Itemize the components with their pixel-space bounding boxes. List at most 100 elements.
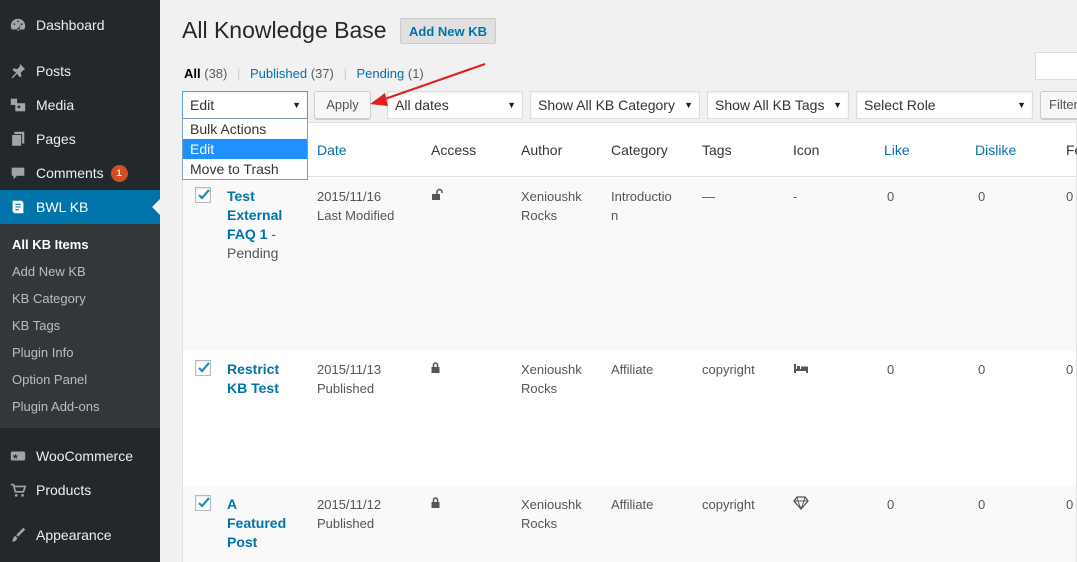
sidebar-item-appearance[interactable]: Appearance [0,518,160,552]
search-input[interactable] [1035,52,1077,80]
author-cell: Xenioushk Rocks [521,187,582,225]
table-row: A Featured Post 2015/11/12 Published Xen… [183,486,1076,562]
column-header-icon: Icon [793,142,820,158]
author-cell: Xenioushk Rocks [521,360,582,398]
kb-tags-select[interactable]: Show All KB Tags ▼ [707,91,849,119]
category-line: n [611,208,619,223]
category-line: Affiliate [611,497,654,512]
dropdown-caret-icon: ▼ [684,100,693,110]
row-checkbox[interactable] [195,495,211,511]
unlock-icon [431,188,445,205]
filter-button[interactable]: Filter [1040,91,1077,119]
title-line: Featured [227,515,287,531]
title-line: FAQ 1 [227,226,268,242]
date-status: Published [317,516,375,531]
bulk-option-edit[interactable]: Edit [183,139,307,159]
date-value: 2015/11/16 [317,189,382,204]
filter-separator: | [343,66,347,81]
pin-icon [0,62,36,80]
fe-value: 0 [1066,189,1074,204]
row-checkbox[interactable] [195,187,211,203]
date-cell: 2015/11/13 Published [317,360,381,398]
bwl-kb-submenu: All KB Items Add New KB KB Category KB T… [0,224,160,428]
title-line: External [227,207,283,223]
bulk-actions-dropdown-list: Bulk Actions Edit Move to Trash [182,118,308,180]
row-title-link[interactable]: Restrict KB Test [227,360,279,398]
column-header-fe: Fe [1066,142,1077,158]
sidebar-item-comments[interactable]: Comments 1 [0,156,160,190]
author-line: Xenioushk [521,362,582,377]
category-cell: Affiliate [611,495,653,514]
bulk-actions-select[interactable]: Edit ▼ [182,91,308,119]
column-header-tags: Tags [702,142,732,158]
sidebar-item-posts[interactable]: Posts [0,54,160,88]
sidebar-item-label: Media [36,97,75,113]
pages-icon [0,130,36,148]
comment-icon [0,164,36,182]
woo-icon [0,447,36,465]
date-status: Published [317,381,375,396]
sidebar-item-bwl-kb[interactable]: BWL KB [0,190,160,224]
filter-all-count: (38) [204,66,228,81]
add-new-kb-button[interactable]: Add New KB [400,18,496,44]
dashboard-icon [0,16,36,34]
submenu-item-plugin-add-ons[interactable]: Plugin Add-ons [0,393,160,420]
sidebar-item-label: Products [36,482,92,498]
row-title-link[interactable]: A Featured Post [227,495,286,552]
dislike-count: 0 [978,362,986,377]
submenu-item-option-panel[interactable]: Option Panel [0,366,160,393]
table-row: Restrict KB Test 2015/11/13 Published Xe… [183,351,1076,486]
kb-category-select[interactable]: Show All KB Category ▼ [530,91,700,119]
column-header-dislike[interactable]: Dislike [975,142,1016,158]
column-header-category: Category [611,142,668,158]
submenu-item-add-new-kb[interactable]: Add New KB [0,258,160,285]
submenu-item-all-kb-items[interactable]: All KB Items [0,231,160,258]
post-state: Pending [227,245,279,261]
dropdown-caret-icon: ▼ [833,100,842,110]
bulk-option-bulk-actions[interactable]: Bulk Actions [183,119,307,139]
kb-category-value: Show All KB Category [538,97,675,113]
table-header: Date Access Author Category Tags Icon Li… [183,123,1077,177]
dislike-count: 0 [978,189,986,204]
author-line: Xenioushk [521,189,582,204]
submenu-item-kb-tags[interactable]: KB Tags [0,312,160,339]
sidebar-item-pages[interactable]: Pages [0,122,160,156]
tags-cell[interactable]: copyright [702,360,755,379]
sidebar-item-products[interactable]: Products [0,473,160,507]
filter-published-link[interactable]: Published [250,66,307,81]
bulk-actions-value: Edit [190,97,215,113]
submenu-item-plugin-info[interactable]: Plugin Info [0,339,160,366]
tags-cell[interactable]: copyright [702,495,755,514]
column-header-like[interactable]: Like [884,142,910,158]
sidebar-item-media[interactable]: Media [0,88,160,122]
admin-sidebar: Dashboard Posts Media Pages Comments 1 B… [0,0,160,562]
submenu-item-kb-category[interactable]: KB Category [0,285,160,312]
title-suffix: - [267,226,277,242]
apply-button[interactable]: Apply [314,91,371,119]
author-cell: Xenioushk Rocks [521,495,582,533]
author-line: Rocks [521,516,558,531]
dropdown-caret-icon: ▼ [507,100,516,110]
like-count: 0 [887,362,895,377]
comment-count-badge: 1 [110,164,128,182]
sidebar-item-dashboard[interactable]: Dashboard [0,8,160,42]
row-title-link[interactable]: Test External FAQ 1 - Pending [227,187,282,263]
book-icon [0,198,36,216]
date-value: 2015/11/13 [317,362,382,377]
filter-all-link[interactable]: All [184,66,201,81]
diamond-icon [793,496,809,513]
column-header-date[interactable]: Date [317,142,347,158]
author-line: Rocks [521,208,558,223]
date-filter-value: All dates [395,97,449,113]
row-checkbox[interactable] [195,360,211,376]
role-select[interactable]: Select Role ▼ [856,91,1033,119]
sidebar-item-woocommerce[interactable]: WooCommerce [0,439,160,473]
lock-icon [429,361,443,378]
bulk-option-move-to-trash[interactable]: Move to Trash [183,159,307,179]
author-line: Xenioushk [521,497,582,512]
date-status: Last Modified [317,208,395,223]
date-filter-select[interactable]: All dates ▼ [387,91,523,119]
column-header-access: Access [431,142,477,158]
role-value: Select Role [864,97,936,113]
filter-pending-link[interactable]: Pending [357,66,405,81]
